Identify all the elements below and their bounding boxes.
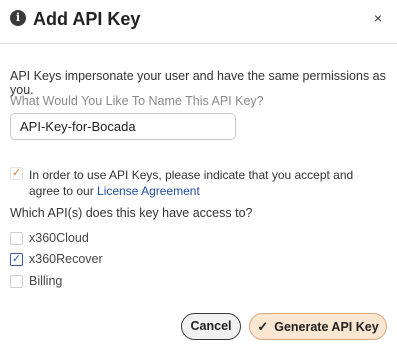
x360recover-label: x360Recover: [29, 252, 103, 266]
generate-api-key-label: Generate API Key: [274, 320, 379, 334]
agreement-checkbox[interactable]: ✓: [10, 167, 23, 180]
x360cloud-label: x360Cloud: [29, 231, 89, 245]
key-name-label: What Would You Like To Name This API Key…: [10, 94, 264, 108]
cancel-button[interactable]: Cancel: [181, 313, 241, 340]
api-access-label: Which API(s) does this key have access t…: [10, 206, 253, 220]
checkmark-icon: ✓: [257, 319, 269, 334]
info-icon: i: [10, 10, 26, 26]
x360recover-checkbox[interactable]: ✓: [10, 253, 23, 266]
close-icon[interactable]: ×: [371, 11, 385, 25]
agreement-text: In order to use API Keys, please indicat…: [29, 167, 384, 199]
license-agreement-link[interactable]: License Agreement: [97, 184, 200, 198]
add-api-key-dialog: i Add API Key × API Keys impersonate you…: [0, 0, 397, 351]
x360cloud-checkbox[interactable]: [10, 232, 23, 245]
dialog-title: Add API Key: [33, 9, 141, 29]
generate-api-key-button[interactable]: ✓ Generate API Key: [249, 313, 387, 340]
billing-checkbox[interactable]: [10, 275, 23, 288]
key-name-input[interactable]: [10, 113, 236, 140]
billing-label: Billing: [29, 274, 63, 288]
dialog-description: API Keys impersonate your user and have …: [10, 69, 386, 97]
dialog-header: i Add API Key ×: [0, 0, 397, 44]
